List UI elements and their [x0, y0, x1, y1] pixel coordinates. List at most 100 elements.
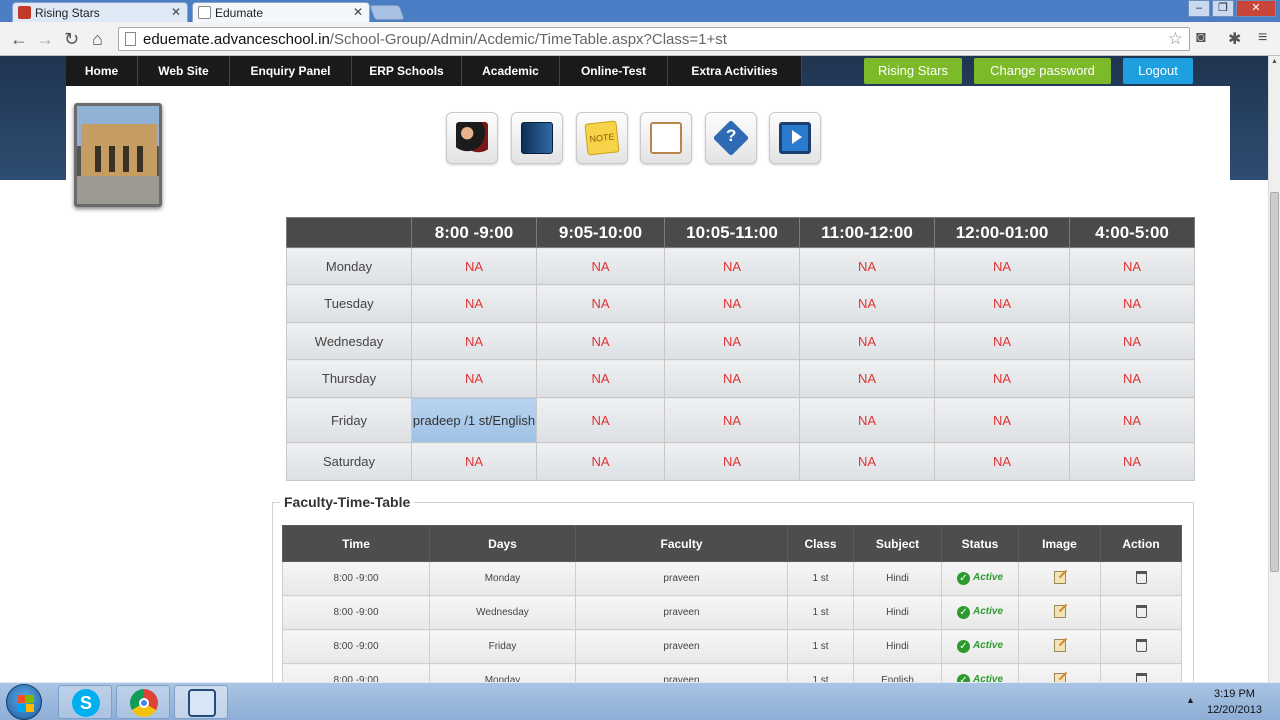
slot-cell[interactable]: NA	[536, 322, 665, 360]
slot-cell[interactable]: NA	[664, 284, 800, 323]
slot-cell[interactable]: NA	[536, 284, 665, 323]
slot-cell[interactable]: NA	[799, 284, 935, 323]
close-tab-icon[interactable]: ✕	[353, 5, 363, 19]
slot-cell[interactable]: NA	[664, 442, 800, 481]
slot-cell[interactable]: NA	[934, 247, 1070, 285]
browser-tab-bar: Rising Stars ✕ Edumate ✕ – ❐ ✕	[0, 0, 1280, 22]
nav-enquiry-panel[interactable]: Enquiry Panel	[230, 56, 352, 86]
settings-extension-icon[interactable]: ✱	[1228, 29, 1241, 49]
edit-icon[interactable]	[1053, 570, 1066, 584]
slot-cell[interactable]: NA	[1069, 284, 1195, 323]
book-icon[interactable]	[511, 112, 563, 164]
scrollbar-thumb[interactable]	[1270, 192, 1279, 572]
site-header: Home Web Site Enquiry Panel ERP Schools …	[0, 56, 1268, 180]
trash-icon[interactable]	[1135, 570, 1147, 584]
tab-edumate[interactable]: Edumate ✕	[192, 2, 370, 22]
tab-rising-stars[interactable]: Rising Stars ✕	[12, 2, 188, 22]
slot-header: 11:00-12:00	[799, 217, 935, 248]
slot-cell[interactable]: NA	[799, 359, 935, 398]
day-cell: Wednesday	[286, 322, 412, 360]
skype-icon[interactable]: S	[58, 685, 112, 719]
close-window-icon[interactable]: ✕	[1236, 0, 1276, 17]
home-icon[interactable]: ⌂	[92, 29, 103, 50]
slot-cell[interactable]: NA	[411, 284, 537, 323]
slot-cell[interactable]: NA	[536, 359, 665, 398]
status-badge[interactable]: Active	[973, 572, 1003, 583]
slot-cell[interactable]: NA	[1069, 397, 1195, 443]
windows-start-icon[interactable]	[6, 684, 42, 720]
bookmark-star-icon[interactable]: ☆	[1168, 29, 1183, 49]
image-cell	[1018, 595, 1101, 630]
slot-header: 12:00-01:00	[934, 217, 1070, 248]
status-cell: ✓ Active	[941, 561, 1019, 596]
scroll-up-icon[interactable]: ▲	[1271, 58, 1278, 65]
slot-cell[interactable]: NA	[1069, 359, 1195, 398]
slot-cell[interactable]: NA	[799, 397, 935, 443]
tray-expand-icon[interactable]: ▲	[1186, 695, 1195, 705]
app-icon[interactable]	[174, 685, 228, 719]
nav-online-test[interactable]: Online-Test	[560, 56, 668, 86]
slot-cell[interactable]: NA	[934, 359, 1070, 398]
slot-cell[interactable]: NA	[1069, 247, 1195, 285]
rising-stars-button[interactable]: Rising Stars	[864, 58, 962, 84]
url-host: eduemate.advanceschool.in	[143, 31, 330, 48]
edit-icon[interactable]	[1053, 638, 1066, 652]
extension-icon[interactable]: ◙	[1196, 29, 1206, 47]
close-tab-icon[interactable]: ✕	[171, 5, 181, 19]
slot-cell[interactable]: NA	[664, 397, 800, 443]
address-bar[interactable]: eduemate.advanceschool.in/School-Group/A…	[118, 27, 1190, 51]
url-path: /School-Group/Admin/Acdemic/TimeTable.as…	[329, 31, 727, 48]
slot-cell[interactable]: NA	[934, 284, 1070, 323]
status-cell: ✓ Active	[941, 595, 1019, 630]
nav-extra-activities[interactable]: Extra Activities	[668, 56, 802, 86]
trash-icon[interactable]	[1135, 638, 1147, 652]
forward-icon[interactable]: →	[36, 29, 54, 50]
taskbar-clock[interactable]: 3:19 PM 12/20/2013	[1207, 686, 1262, 718]
slot-cell[interactable]: NA	[411, 247, 537, 285]
slot-cell[interactable]: NA	[934, 442, 1070, 481]
day-cell: Friday	[429, 629, 576, 664]
slot-cell[interactable]: NA	[1069, 322, 1195, 360]
slot-cell[interactable]: NA	[664, 247, 800, 285]
slot-cell[interactable]: NA	[536, 397, 665, 443]
slot-cell[interactable]: NA	[934, 397, 1070, 443]
page-scrollbar[interactable]: ▲	[1268, 56, 1280, 682]
back-icon[interactable]: ←	[10, 29, 28, 50]
note-icon[interactable]: NOTE	[576, 112, 628, 164]
nav-web-site[interactable]: Web Site	[138, 56, 230, 86]
restore-icon[interactable]: ❐	[1212, 0, 1234, 17]
timetable-row: Thursday NA NA NA NA NA NA	[286, 359, 1195, 398]
change-password-button[interactable]: Change password	[974, 58, 1111, 84]
slot-cell[interactable]: NA	[536, 442, 665, 481]
slot-cell[interactable]: NA	[411, 442, 537, 481]
help-icon[interactable]: ?	[705, 112, 757, 164]
edit-icon[interactable]	[1053, 604, 1066, 618]
assigned-slot-cell[interactable]: pradeep /1 st/English	[411, 397, 537, 443]
action-cell	[1100, 595, 1182, 630]
status-badge[interactable]: Active	[973, 640, 1003, 651]
menu-icon[interactable]: ≡	[1258, 29, 1267, 47]
minimize-icon[interactable]: –	[1188, 0, 1210, 17]
nav-erp-schools[interactable]: ERP Schools	[352, 56, 462, 86]
slot-cell[interactable]: NA	[799, 247, 935, 285]
reload-icon[interactable]: ↻	[64, 29, 79, 50]
meeting-icon[interactable]	[446, 112, 498, 164]
status-badge[interactable]: Active	[973, 606, 1003, 617]
slot-cell[interactable]: NA	[664, 359, 800, 398]
slot-cell[interactable]: NA	[411, 359, 537, 398]
slot-cell[interactable]: NA	[799, 322, 935, 360]
slot-cell[interactable]: NA	[411, 322, 537, 360]
slot-cell[interactable]: NA	[799, 442, 935, 481]
logout-button[interactable]: Logout	[1123, 58, 1193, 84]
slot-cell[interactable]: NA	[664, 322, 800, 360]
chrome-icon[interactable]	[116, 685, 170, 719]
trash-icon[interactable]	[1135, 604, 1147, 618]
video-icon[interactable]	[769, 112, 821, 164]
nav-academic[interactable]: Academic	[462, 56, 560, 86]
nav-home[interactable]: Home	[66, 56, 138, 86]
new-tab-button[interactable]	[369, 5, 405, 20]
slot-cell[interactable]: NA	[934, 322, 1070, 360]
clipboard-icon[interactable]	[640, 112, 692, 164]
slot-cell[interactable]: NA	[1069, 442, 1195, 481]
slot-cell[interactable]: NA	[536, 247, 665, 285]
